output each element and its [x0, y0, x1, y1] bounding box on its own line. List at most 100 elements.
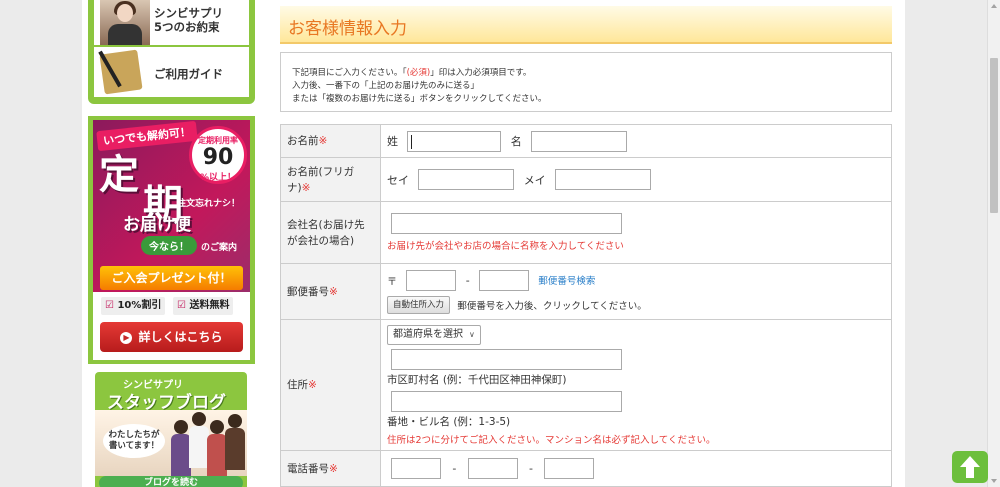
zip-label: 郵便番号※ — [280, 263, 381, 320]
blog-bubble: わたしたちが 書いてます！ — [103, 424, 165, 458]
instructions-line-1-post: 」印は入力必須項目です。 — [430, 68, 532, 78]
kana-label: お名前(フリガナ)※ — [280, 157, 381, 202]
auto-address-button[interactable]: 自動住所入力 — [387, 295, 451, 314]
first-name-input[interactable] — [531, 130, 628, 152]
address-label-text: 住所 — [287, 379, 308, 391]
instructions-box: 下記項目にご入力ください。「(必須)」印は入力必須項目です。 入力後、一番下の「… — [280, 52, 892, 112]
first-name-kana-input[interactable] — [555, 169, 652, 190]
kana-fields: セイ メイ — [380, 157, 892, 202]
left-margin — [0, 0, 82, 487]
row-tel: 電話番号※ - - — [280, 450, 892, 487]
ad-sub: 注文忘れナシ！ — [177, 199, 241, 209]
nav-item-promises-label-1: シンビサプリ — [154, 6, 223, 20]
staff-group-photo: わたしたちが 書いてます！ — [95, 410, 247, 476]
row-address: 住所※ 都道府県を選択 ∨ 市区町村名 (例：千代田区神田神保町) 番地・ビル名 … — [280, 319, 892, 451]
arrow-up-icon — [960, 456, 980, 478]
kana-label-text: お名前(フリガナ) — [287, 165, 355, 194]
name-label: お名前※ — [280, 124, 381, 158]
tel-third-input[interactable] — [544, 458, 595, 479]
auto-address-hint: 郵便番号を入力後、クリックしてください。 — [457, 300, 647, 312]
ad-big-1: 定 — [99, 152, 139, 198]
tel-second-input[interactable] — [467, 458, 518, 479]
nav-item-promises[interactable]: シンビサプリ 5つのお約束 — [94, 0, 249, 45]
instructions-line-3: または「複数のお届け先に送る」ボタンをクリックしてください。 — [292, 94, 547, 104]
tel-first-input[interactable] — [391, 458, 441, 479]
staff-blog-banner[interactable]: シンビサプリ スタッフブログ わたしたちが 書いてます！ ブログを読む — [95, 372, 247, 487]
zip-label-text: 郵便番号 — [287, 285, 329, 298]
main-content: お客様情報入力 下記項目にご入力ください。「(必須)」印は入力必須項目です。 入… — [265, 0, 905, 487]
instructions-line-1: 下記項目にご入力ください。「(必須)」印は入力必須項目です。 — [292, 66, 531, 78]
prefecture-select-value: 都道府県を選択 — [393, 328, 463, 340]
address-fields: 都道府県を選択 ∨ 市区町村名 (例：千代田区神田神保町) 番地・ビル名 (例：1… — [380, 319, 892, 451]
sidebar-nav: シンビサプリ 5つのお約束 ご利用ガイド — [88, 0, 255, 104]
tel-label: 電話番号※ — [280, 450, 381, 487]
page-title: お客様情報入力 — [288, 19, 407, 39]
required-mark: ※ — [329, 285, 338, 298]
subscription-ad[interactable]: いつでも解約可！ 定 期 定期利用率 90 %以上！ 注文忘れナシ！ お届け便 … — [88, 116, 255, 364]
company-fields: お届け先が会社やお店の場合に名称を入力してください — [380, 201, 892, 264]
play-icon: ▶ — [120, 331, 133, 344]
mei-label: 名 — [510, 135, 522, 148]
ad-check-discount: ☑ 10%割引 — [101, 297, 166, 315]
zip-search-link[interactable]: 郵便番号検索 — [538, 276, 595, 287]
chevron-down-icon: ∨ — [469, 329, 475, 339]
ad-detail-label: 詳しくはこちら — [138, 330, 223, 344]
scroll-up-icon[interactable] — [991, 4, 997, 8]
zip-second-input[interactable] — [479, 269, 530, 291]
ad-now: 今なら！ — [141, 236, 197, 255]
prefecture-select[interactable]: 都道府県を選択 ∨ — [387, 324, 481, 345]
scrollbar[interactable] — [987, 0, 1000, 487]
zip-first-input[interactable] — [406, 269, 457, 291]
instructions-line-2: 入力後、一番下の「上記のお届け先のみに送る」 — [292, 81, 480, 91]
city-input[interactable] — [391, 348, 622, 370]
row-kana: お名前(フリガナ)※ セイ メイ — [280, 157, 892, 202]
postal-mark: 〒 — [387, 276, 397, 288]
instructions-line-1-pre: 下記項目にご入力ください。「 — [292, 68, 407, 78]
ad-rate-unit: %以上！ — [199, 173, 237, 183]
last-name-input[interactable] — [407, 130, 502, 152]
city-caption: 市区町村名 (例：千代田区神田神保町) — [387, 373, 567, 386]
ad-detail-button[interactable]: ▶ 詳しくはこちら — [100, 322, 243, 352]
name-fields: 姓 名 — [380, 124, 892, 158]
required-mark: ※ — [308, 379, 317, 391]
customer-form: お名前※ 姓 名 お名前(フリガナ)※ セイ メイ 会社名(お届け先が会社の場合… — [280, 124, 892, 487]
staff-photo — [100, 0, 150, 45]
address-hint: 住所は2つに分けてご記入ください。マンション名は必ず記入してください。 — [387, 434, 716, 446]
page-title-bar: お客様情報入力 — [280, 6, 892, 44]
page: シンビサプリ 5つのお約束 ご利用ガイド いつでも解約可！ 定 期 定期利用率 … — [0, 0, 1000, 487]
nav-item-guide[interactable]: ご利用ガイド — [94, 47, 249, 97]
nav-item-guide-label: ご利用ガイド — [154, 67, 223, 81]
ad-visual: いつでも解約可！ 定 期 定期利用率 90 %以上！ 注文忘れナシ！ お届け便 … — [93, 120, 250, 292]
required-mark: ※ — [301, 181, 311, 194]
right-margin — [905, 0, 987, 487]
ad-present: ご入会プレゼント付！ — [100, 266, 243, 290]
street-input[interactable] — [391, 390, 622, 412]
check-icon: ☑ — [105, 300, 114, 311]
sei-kana-label: セイ — [387, 173, 409, 187]
row-zip: 郵便番号※ 〒 - 郵便番号検索 自動住所入力 郵便番号を入力後、クリックしてく… — [280, 263, 892, 320]
ad-todoke: お届け便 — [123, 215, 191, 235]
last-name-kana-input[interactable] — [418, 169, 515, 190]
zip-fields: 〒 - 郵便番号検索 自動住所入力 郵便番号を入力後、クリックしてください。 — [380, 263, 892, 320]
scroll-down-icon[interactable] — [991, 479, 997, 483]
company-hint: お届け先が会社やお店の場合に名称を入力してください — [387, 241, 624, 252]
ad-check-discount-label: 10%割引 — [117, 300, 162, 311]
zip-dash: - — [465, 273, 470, 287]
check-icon: ☑ — [177, 300, 186, 311]
back-to-top-button[interactable] — [952, 451, 988, 483]
row-company: 会社名(お届け先が会社の場合) お届け先が会社やお店の場合に名称を入力してくださ… — [280, 201, 892, 264]
company-input[interactable] — [391, 213, 622, 234]
required-mark: ※ — [318, 135, 328, 147]
tel-dash-1: - — [452, 462, 457, 475]
tel-fields: - - — [380, 450, 892, 487]
nav-item-promises-label-2: 5つのお約束 — [154, 20, 220, 34]
blog-read-button[interactable]: ブログを読む — [99, 476, 243, 487]
scrollbar-thumb[interactable] — [990, 58, 998, 213]
ad-check-shipping: ☑ 送料無料 — [173, 297, 234, 315]
ad-check-shipping-label: 送料無料 — [189, 300, 230, 311]
mei-kana-label: メイ — [523, 173, 546, 187]
instructions-required: (必須) — [406, 68, 431, 78]
street-caption: 番地・ビル名 (例：1-3-5) — [387, 415, 511, 428]
notebook-icon — [99, 49, 143, 95]
name-label-text: お名前 — [287, 135, 319, 147]
